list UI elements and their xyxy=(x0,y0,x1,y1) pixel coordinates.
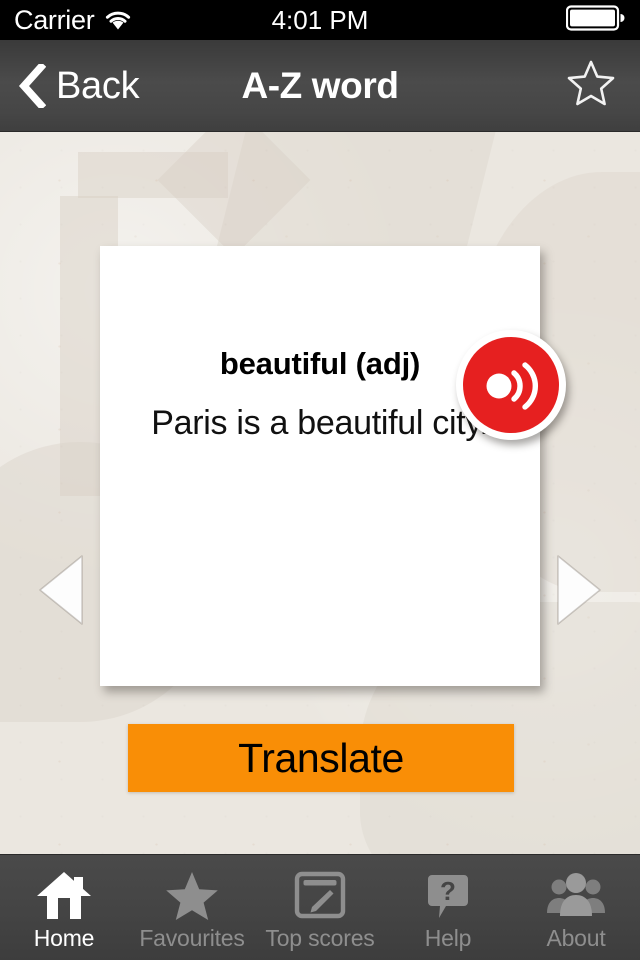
status-bar-right xyxy=(565,0,626,40)
background-watermark-arrow-tail xyxy=(78,152,228,198)
tab-bar: Home Favourites Top scores ? Help About xyxy=(0,854,640,960)
tab-label-top-scores: Top scores xyxy=(265,925,375,951)
svg-text:?: ? xyxy=(440,876,456,906)
scoreboard-pencil-icon xyxy=(292,866,348,924)
tab-label-about: About xyxy=(546,925,606,951)
status-bar-time: 4:01 PM xyxy=(271,4,369,35)
back-button[interactable]: Back xyxy=(12,40,145,131)
phone-screen: Carrier 4:01 PM Back A-Z word beautiful … xyxy=(0,0,640,960)
background-watermark-arrow-head xyxy=(157,132,311,257)
next-word-button[interactable] xyxy=(548,552,606,628)
previous-word-button[interactable] xyxy=(34,552,92,628)
tab-item-home[interactable]: Home xyxy=(0,855,128,960)
tab-label-help: Help xyxy=(424,925,472,951)
back-button-label: Back xyxy=(56,64,140,107)
content-area: beautiful (adj) Paris is a beautiful cit… xyxy=(0,132,640,854)
tab-item-favourites[interactable]: Favourites xyxy=(128,855,256,960)
pronounce-audio-button[interactable] xyxy=(456,330,566,440)
tab-label-home: Home xyxy=(33,925,95,951)
status-bar: Carrier 4:01 PM xyxy=(0,0,640,40)
home-icon xyxy=(36,866,92,924)
favourite-toggle-button[interactable] xyxy=(556,40,626,131)
tab-label-favourites: Favourites xyxy=(139,925,245,951)
triangle-left-icon xyxy=(34,555,92,632)
navigation-bar: Back A-Z word xyxy=(0,40,640,132)
speaker-sound-icon xyxy=(463,337,559,433)
translate-button[interactable]: Translate xyxy=(128,724,514,792)
star-filled-icon xyxy=(164,866,220,924)
triangle-right-icon xyxy=(548,555,606,632)
tab-item-help[interactable]: ? Help xyxy=(384,855,512,960)
word-card: beautiful (adj) Paris is a beautiful cit… xyxy=(100,246,540,686)
tab-item-about[interactable]: About xyxy=(512,855,640,960)
chevron-left-icon xyxy=(18,63,46,108)
question-bubble-icon: ? xyxy=(420,866,476,924)
tab-item-top-scores[interactable]: Top scores xyxy=(256,855,384,960)
people-group-icon xyxy=(546,866,606,924)
battery-icon xyxy=(565,4,626,36)
star-outline-icon xyxy=(566,59,616,112)
